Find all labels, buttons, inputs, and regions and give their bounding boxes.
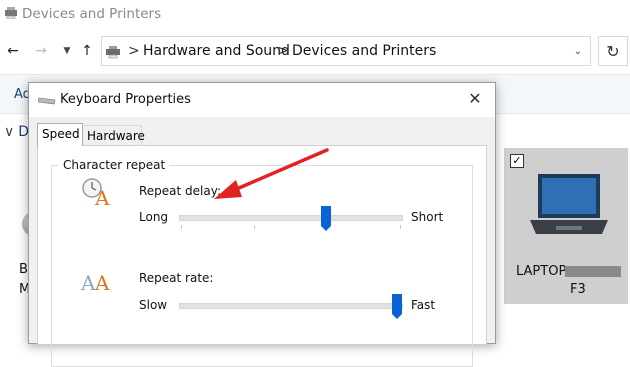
svg-text:A: A <box>81 271 96 294</box>
tab-speed[interactable]: Speed <box>37 123 83 146</box>
redaction-bar <box>565 266 621 277</box>
device-group-header[interactable]: ∨ D <box>4 124 29 140</box>
repeat-rate-slider[interactable] <box>179 303 403 309</box>
speed-tab-panel: Character repeat A Repeat delay: Long Sh… <box>37 145 487 367</box>
forward-arrow-icon[interactable]: → <box>33 43 49 59</box>
refresh-icon[interactable]: ↻ <box>598 36 628 66</box>
repeat-rate-min-label: Slow <box>139 298 168 312</box>
repeat-rate-icon: A A <box>81 271 110 294</box>
breadcrumb-separator: > <box>277 43 289 59</box>
group-title: Character repeat <box>59 158 170 172</box>
device-name: LAPTOP <box>516 264 567 279</box>
address-row: ← → ▼ ↑ > Hardware and Sound > Devices a… <box>0 28 630 74</box>
window-title: Devices and Printers <box>22 6 162 22</box>
location-icon <box>106 46 120 59</box>
address-dropdown-icon[interactable]: ⌄ <box>574 46 582 57</box>
keyboard-icon <box>38 97 56 105</box>
repeat-rate-max-label: Fast <box>411 298 436 312</box>
address-bar[interactable]: > Hardware and Sound > Devices and Print… <box>101 36 591 66</box>
device-tile-laptop[interactable]: ✓ LAPTOP F3 <box>504 148 628 304</box>
repeat-delay-icon: A <box>82 178 110 207</box>
repeat-rate-slider-thumb[interactable] <box>392 294 402 319</box>
group-expander-chevron-icon[interactable]: ∨ <box>4 124 14 140</box>
slider-tick <box>254 225 255 229</box>
recent-locations-chevron-icon[interactable]: ▼ <box>59 43 75 59</box>
up-arrow-icon[interactable]: ↑ <box>79 43 95 59</box>
device-checkbox[interactable]: ✓ <box>510 154 524 168</box>
breadcrumb-separator: > <box>128 43 140 59</box>
device-subtitle: F3 <box>570 282 586 297</box>
repeat-delay-min-label: Long <box>139 210 169 224</box>
repeat-delay-slider[interactable] <box>179 215 403 221</box>
repeat-delay-slider-thumb[interactable] <box>321 206 331 231</box>
back-arrow-icon[interactable]: ← <box>5 43 21 59</box>
keyboard-properties-dialog: Keyboard Properties ✕ Speed Hardware Cha… <box>28 82 496 367</box>
svg-text:A: A <box>94 186 110 207</box>
tab-hardware[interactable]: Hardware <box>82 125 145 145</box>
slider-tick <box>181 225 182 229</box>
window-titlebar: Devices and Printers <box>0 0 630 28</box>
dialog-title: Keyboard Properties <box>60 92 191 107</box>
repeat-delay-label: Repeat delay: <box>139 184 222 198</box>
breadcrumb-devices-and-printers[interactable]: Devices and Printers <box>292 43 436 59</box>
dialog-titlebar: Keyboard Properties ✕ <box>29 83 495 117</box>
repeat-delay-max-label: Short <box>411 210 444 224</box>
slider-tick <box>400 225 401 229</box>
breadcrumb-hardware-and-sound[interactable]: Hardware and Sound <box>143 43 290 59</box>
close-icon[interactable]: ✕ <box>465 89 485 109</box>
laptop-icon <box>530 174 608 234</box>
devices-printers-icon <box>5 7 17 19</box>
character-repeat-group <box>51 165 473 367</box>
svg-text:A: A <box>94 271 110 294</box>
dialog-body: Speed Hardware Character repeat A Repeat… <box>29 117 495 367</box>
repeat-rate-label: Repeat rate: <box>139 271 214 285</box>
